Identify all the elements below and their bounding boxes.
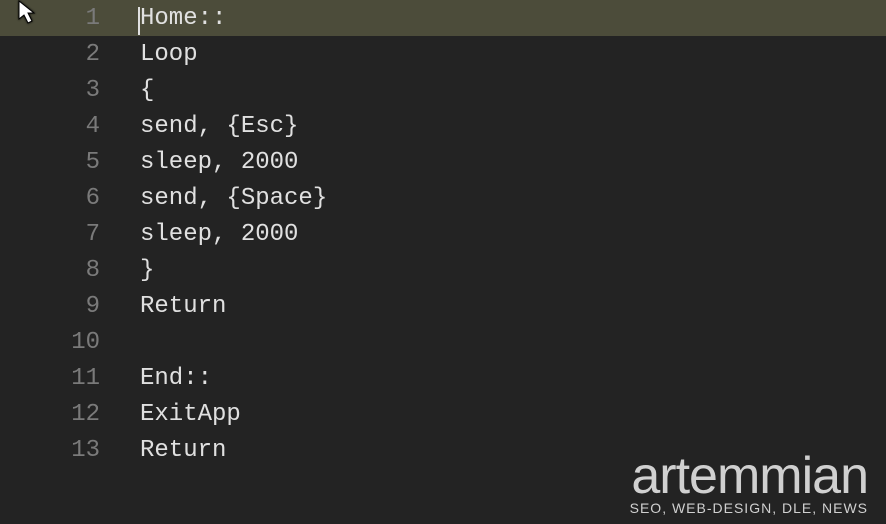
line-number: 5 [0,149,140,176]
line-content: Return [140,293,226,320]
mouse-cursor-icon [18,0,38,26]
line-number: 7 [0,221,140,248]
line-content: send, {Esc} [140,113,298,140]
line-content: Loop [140,41,198,68]
code-line[interactable]: 6 send, {Space} [0,180,886,216]
line-content: sleep, 2000 [140,221,298,248]
line-content: End:: [140,365,212,392]
line-number: 13 [0,437,140,464]
line-content: } [140,257,154,284]
code-line[interactable]: 12 ExitApp [0,396,886,432]
code-line[interactable]: 4 send, {Esc} [0,108,886,144]
line-number: 11 [0,365,140,392]
line-number: 10 [0,329,140,356]
code-line[interactable]: 1 Home:: [0,0,886,36]
code-line[interactable]: 8 } [0,252,886,288]
code-line[interactable]: 9 Return [0,288,886,324]
code-editor[interactable]: 1 Home:: 2 Loop 3 { 4 send, {Esc} 5 slee… [0,0,886,524]
line-content: send, {Space} [140,185,327,212]
line-number: 4 [0,113,140,140]
line-content: Home:: [140,5,226,32]
line-number: 12 [0,401,140,428]
line-number: 9 [0,293,140,320]
line-content: Return [140,437,226,464]
code-line[interactable]: 3 { [0,72,886,108]
line-number: 2 [0,41,140,68]
code-line[interactable]: 10 [0,324,886,360]
code-line[interactable]: 13 Return [0,432,886,468]
code-line[interactable]: 7 sleep, 2000 [0,216,886,252]
line-content: { [140,77,154,104]
line-content: ExitApp [140,401,241,428]
line-number: 8 [0,257,140,284]
line-number: 6 [0,185,140,212]
line-number: 3 [0,77,140,104]
line-content: sleep, 2000 [140,149,298,176]
code-line[interactable]: 5 sleep, 2000 [0,144,886,180]
code-line[interactable]: 2 Loop [0,36,886,72]
code-line[interactable]: 11 End:: [0,360,886,396]
